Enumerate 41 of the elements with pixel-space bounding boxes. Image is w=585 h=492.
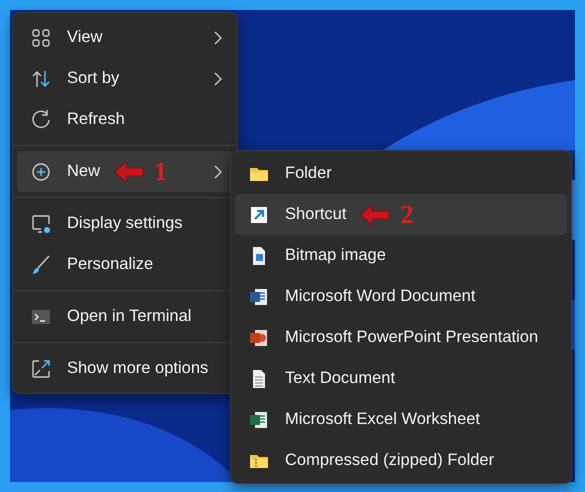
grid-icon xyxy=(30,26,52,48)
menu-item[interactable]: View xyxy=(17,17,233,58)
callout-arrow xyxy=(114,160,144,182)
menu-item-label: Show more options xyxy=(67,358,208,380)
menu-item-label: Microsoft Word Document xyxy=(285,286,476,308)
menu-item[interactable]: Microsoft PowerPoint Presentation xyxy=(235,317,567,358)
menu-item[interactable]: Text Document xyxy=(235,358,567,399)
menu-item-label: Sort by xyxy=(67,68,120,90)
menu-item-label: Refresh xyxy=(67,109,125,130)
menu-item[interactable]: Microsoft Excel Worksheet xyxy=(235,399,567,440)
menu-item-label: Text Document xyxy=(285,368,396,390)
menu-item-label: Display settings xyxy=(67,213,183,234)
menu-item-label: View xyxy=(67,27,102,48)
menu-item[interactable]: Display settings xyxy=(17,203,233,244)
callout-number: 2 xyxy=(400,202,414,228)
menu-item[interactable]: Open in Terminal xyxy=(17,296,233,337)
menu-item-label: Open in Terminal xyxy=(67,306,192,328)
brush-icon xyxy=(30,254,52,276)
callout-number: 1 xyxy=(154,158,168,184)
menu-item[interactable]: Folder xyxy=(235,153,567,194)
menu-item-label: Folder xyxy=(285,163,332,184)
menu-item-label: Microsoft Excel Worksheet xyxy=(285,409,480,430)
menu-item-label: Personalize xyxy=(67,254,154,276)
refresh-icon xyxy=(30,108,52,130)
menu-item[interactable]: Bitmap image xyxy=(235,235,567,276)
menu-item[interactable]: New 1 xyxy=(17,151,233,192)
menu-item-label: Microsoft PowerPoint Presentation xyxy=(285,327,538,348)
menu-item-label: Shortcut xyxy=(285,204,346,226)
callout-arrow xyxy=(360,204,390,226)
menu-item-label: Compressed (zipped) Folder xyxy=(285,450,494,472)
menu-item-label: New xyxy=(67,161,100,182)
plus-circle-icon xyxy=(30,160,52,182)
menu-item[interactable]: Microsoft Word Document xyxy=(235,276,567,317)
menu-item[interactable]: Refresh xyxy=(17,99,233,140)
menu-item[interactable]: Compressed (zipped) Folder xyxy=(235,440,567,481)
menu-item[interactable]: Sort by xyxy=(17,58,233,99)
expand-window-icon xyxy=(30,358,52,380)
menu-item-label: Bitmap image xyxy=(285,245,386,266)
menu-item[interactable]: Show more options xyxy=(17,348,233,389)
menu-item[interactable]: Personalize xyxy=(17,244,233,285)
menu-item[interactable]: Shortcut 2 xyxy=(235,194,567,235)
